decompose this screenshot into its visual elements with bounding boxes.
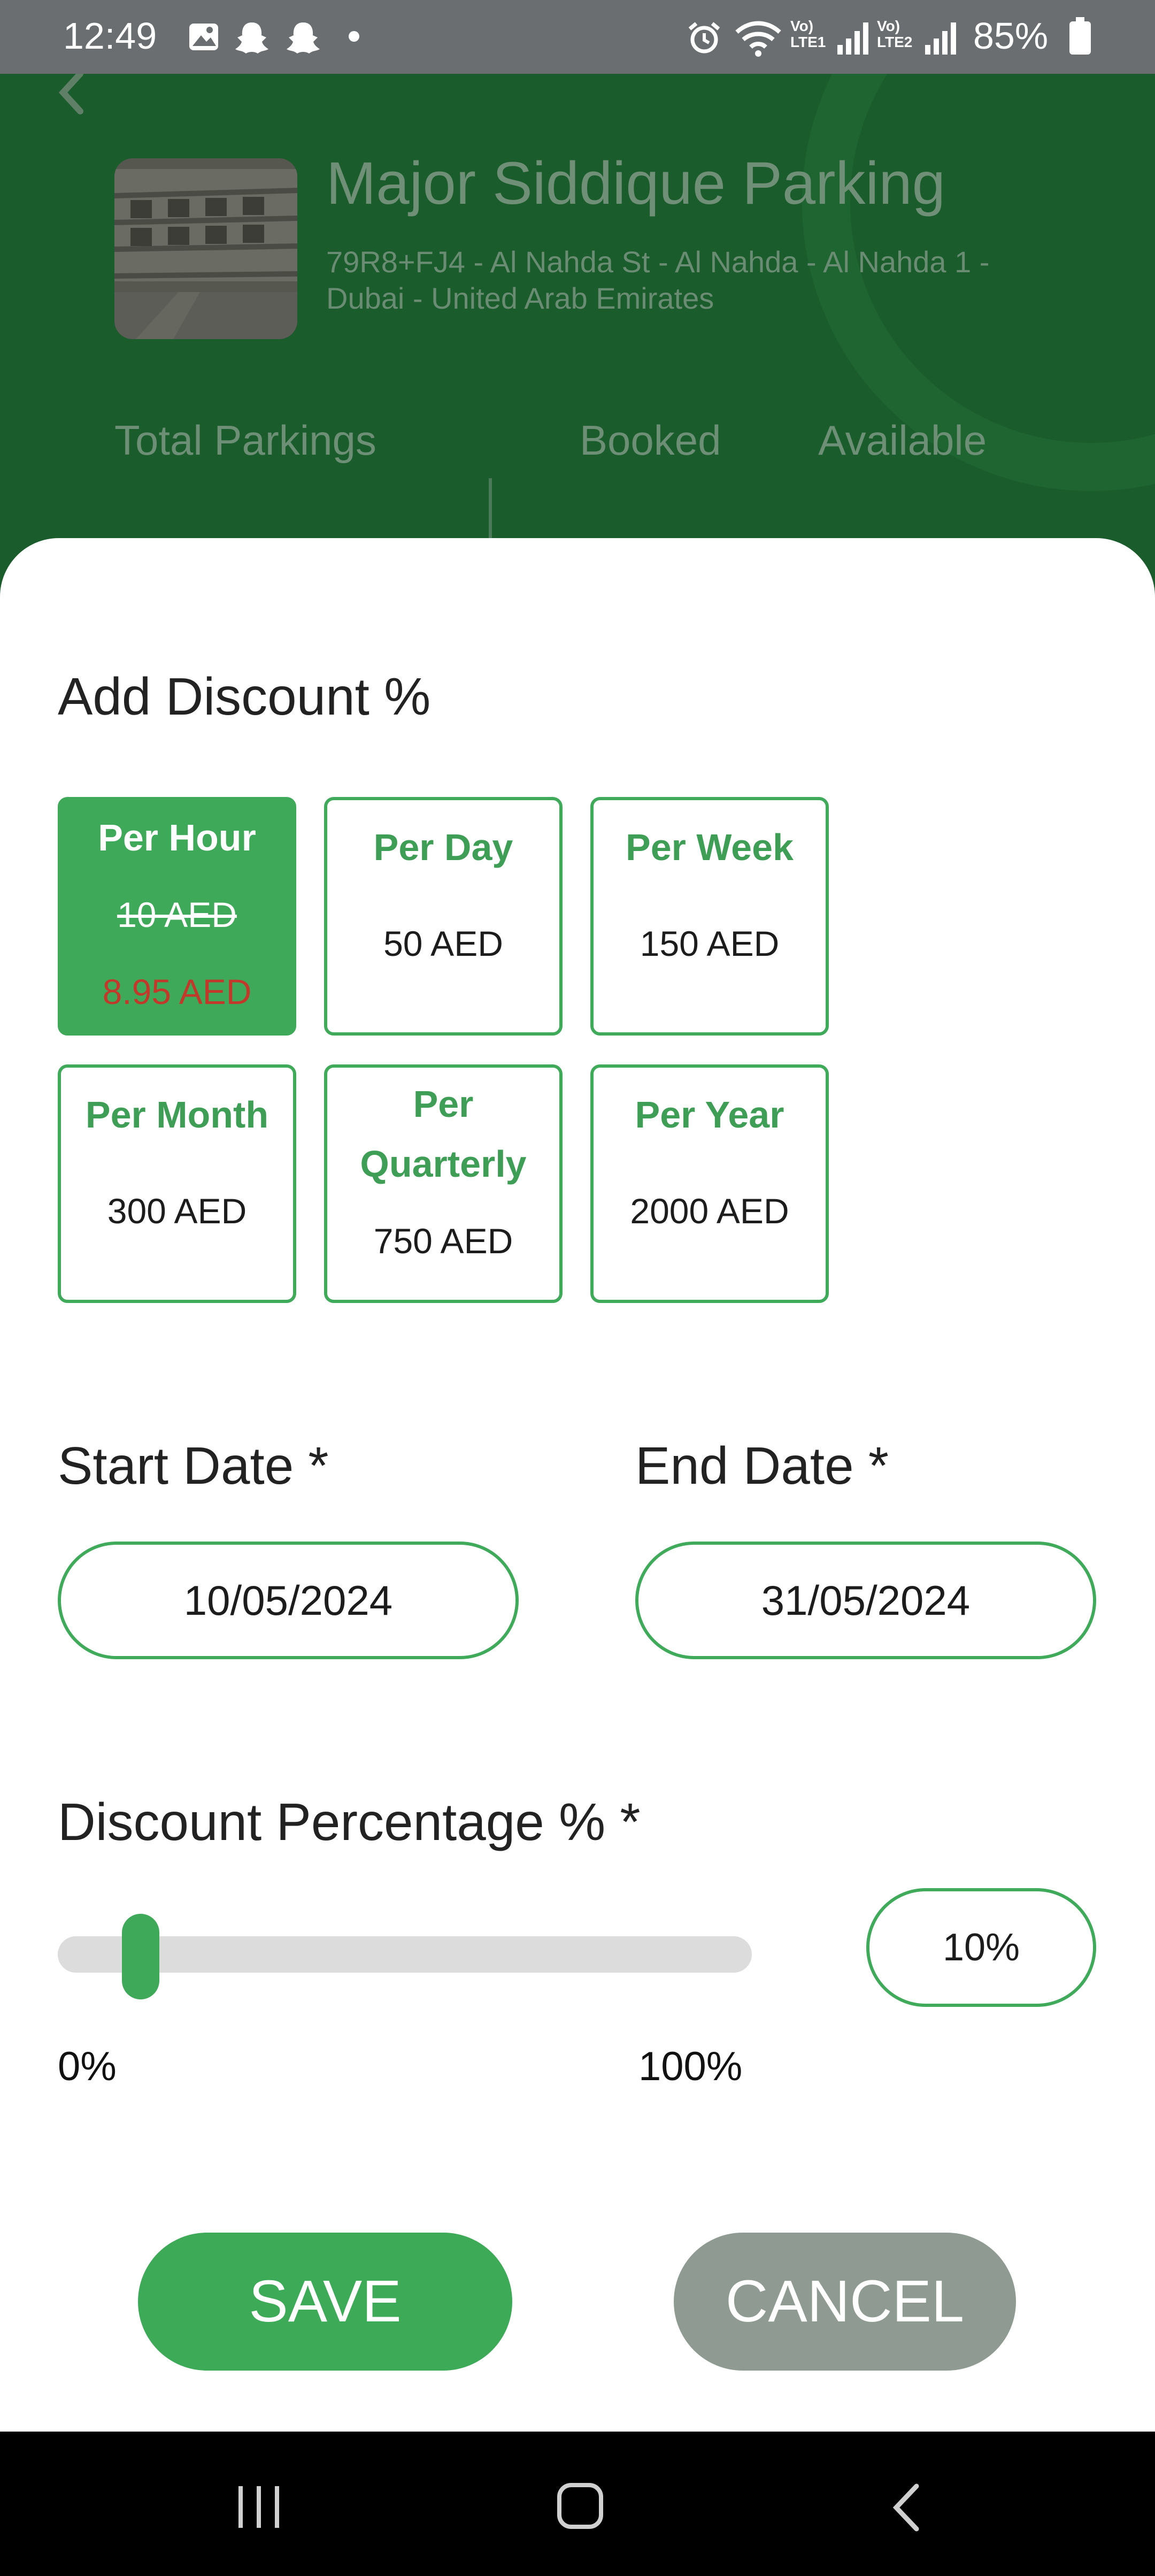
slider-max-label: 100% [638,2044,743,2089]
home-icon[interactable] [556,2482,604,2530]
system-nav-bar [0,2432,1155,2576]
rate-title: Per Week [626,826,794,868]
rate-card-per-week[interactable]: Per Week 150 AED [590,797,829,1036]
parking-photo [114,158,297,339]
add-discount-title: Add Discount % [58,667,431,726]
stat-available: Available [818,417,987,464]
alarm-icon [688,22,720,53]
discount-percentage-field[interactable]: 10% [866,1888,1096,2007]
start-date-field[interactable]: 10/05/2024 [58,1542,519,1659]
rate-card-per-day[interactable]: Per Day 50 AED [324,797,563,1036]
rate-title-line1: Per [413,1083,474,1125]
start-date-label: Start Date * [58,1436,329,1495]
end-date-label: End Date * [635,1436,889,1495]
cancel-button[interactable]: CANCEL [674,2233,1016,2371]
rate-title: Per Day [373,826,513,868]
status-bar: 12:49 Vo) LTE1 Vo) LTE2 85% [0,0,1155,74]
rate-price: 50 AED [383,924,503,963]
rate-title: Per Year [635,1094,784,1136]
parking-name: Major Siddique Parking [326,150,945,217]
rate-card-per-month[interactable]: Per Month 300 AED [58,1064,296,1303]
discount-slider-track[interactable] [58,1936,752,1973]
signal-icon [925,22,956,55]
rate-discounted-price: 8.95 AED [102,972,252,1011]
rate-title-line2: Quarterly [360,1143,527,1185]
snapchat-icon [287,22,320,53]
rate-price: 750 AED [373,1221,513,1261]
discount-slider-thumb[interactable] [121,1914,159,1999]
stat-total-parkings: Total Parkings [114,417,376,464]
rate-title: Per Hour [98,817,256,858]
rate-card-per-year[interactable]: Per Year 2000 AED [590,1064,829,1303]
dot-icon [349,31,359,42]
wifi-icon [735,21,781,57]
rate-price: 150 AED [640,924,780,963]
rate-price: 2000 AED [630,1191,789,1231]
recent-apps-icon[interactable] [235,2484,283,2530]
slider-min-label: 0% [58,2044,117,2089]
save-button[interactable]: SAVE [138,2233,512,2371]
stat-booked: Booked [580,417,721,464]
network-lte2-label: Vo) LTE2 [877,18,913,50]
gallery-icon [189,24,218,50]
end-date-field[interactable]: 31/05/2024 [635,1542,1096,1659]
snapchat-icon [235,22,268,53]
rate-card-per-hour[interactable]: Per Hour 10 AED 8.95 AED [58,797,296,1036]
rate-card-per-quarterly[interactable]: Per Quarterly 750 AED [324,1064,563,1303]
back-arrow-icon[interactable] [48,74,96,117]
signal-icon [837,22,868,55]
rate-title: Per Month [85,1094,269,1136]
battery-percent: 85% [973,15,1049,57]
status-time: 12:49 [63,15,157,57]
back-icon[interactable] [888,2482,925,2533]
rate-original-price: 10 AED [117,895,237,934]
network-lte1-label: Vo) LTE1 [790,18,826,50]
discount-percentage-label: Discount Percentage % * [58,1792,641,1851]
parking-address: 79R8+FJ4 - Al Nahda St - Al Nahda - Al N… [326,245,990,315]
rate-price: 300 AED [107,1191,247,1231]
battery-icon [1069,17,1091,55]
